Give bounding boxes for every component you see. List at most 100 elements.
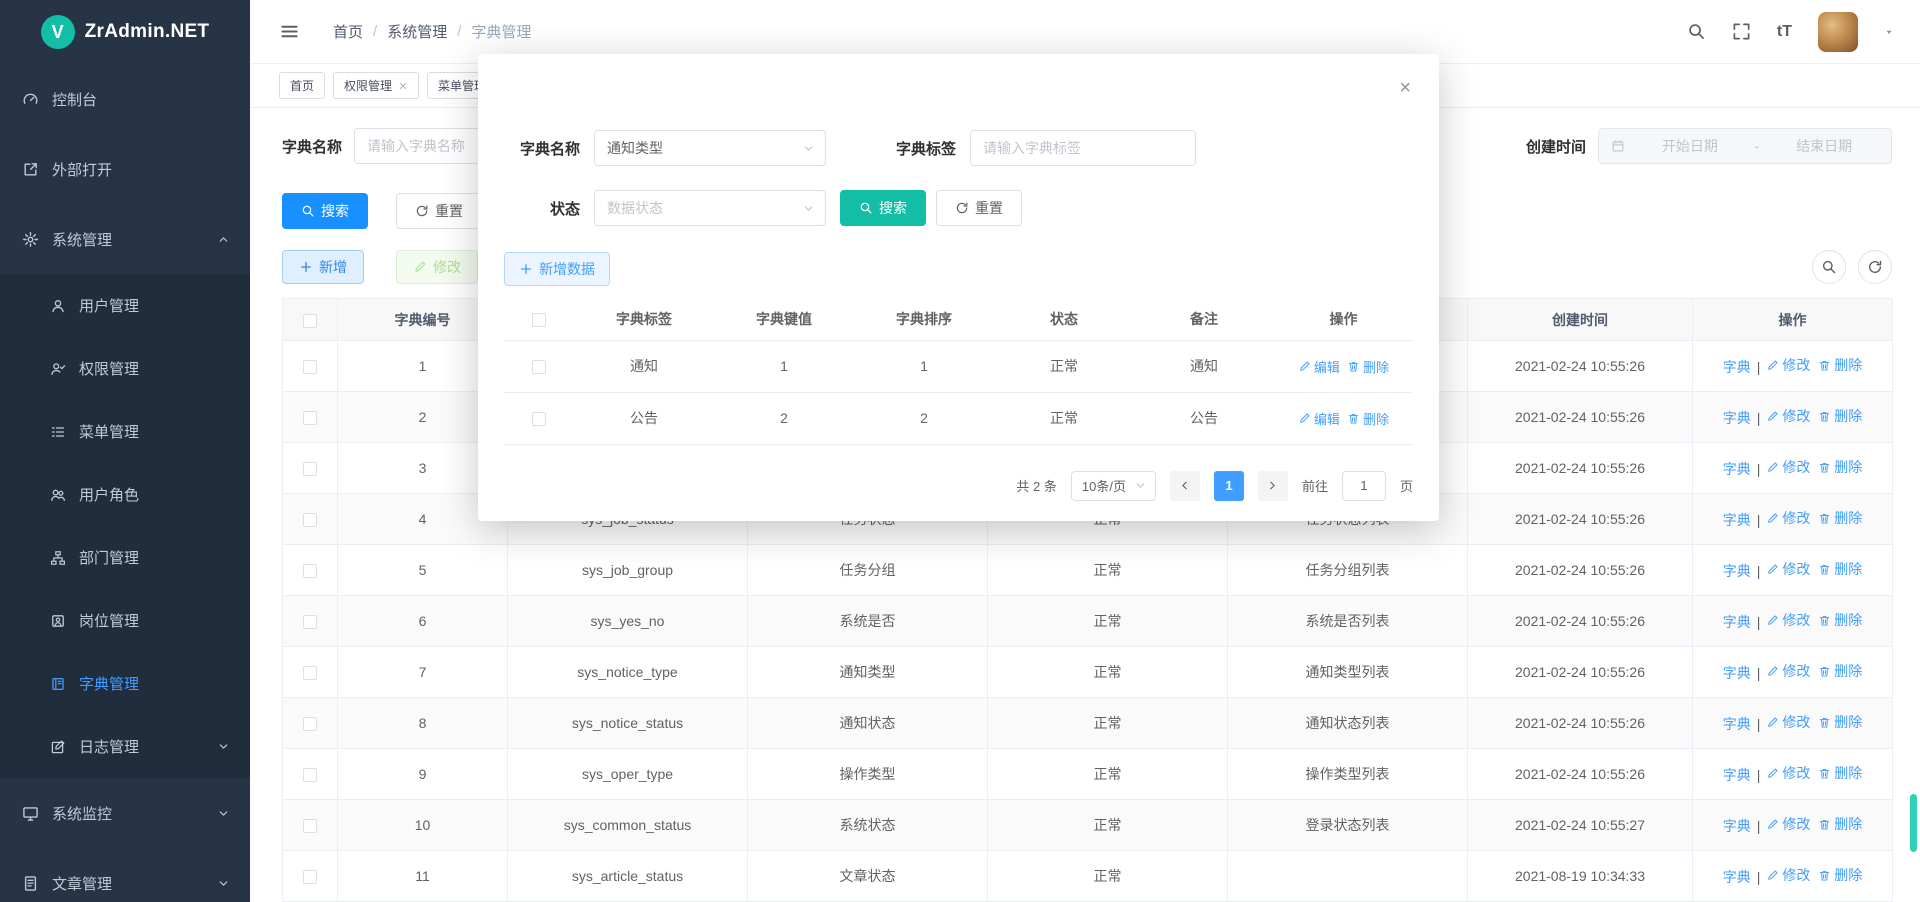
- refresh-table-button[interactable]: [1858, 250, 1892, 284]
- dict-name-select[interactable]: 通知类型: [594, 130, 826, 166]
- sidebar-subitem-log-management[interactable]: 日志管理: [0, 715, 250, 778]
- row-checkbox[interactable]: [532, 412, 546, 426]
- row-checkbox[interactable]: [303, 666, 317, 680]
- status-select[interactable]: 数据状态: [594, 190, 826, 226]
- dict-data-link[interactable]: 字典: [1723, 357, 1751, 377]
- sidebar-subitem-post-management[interactable]: 岗位管理: [0, 589, 250, 652]
- sidebar-subitem-permission-management[interactable]: 权限管理: [0, 337, 250, 400]
- row-edit-link[interactable]: 修改: [1766, 712, 1810, 732]
- scrollbar-thumb[interactable]: [1910, 794, 1917, 852]
- sidebar-subitem-department-management[interactable]: 部门管理: [0, 526, 250, 589]
- search-icon[interactable]: [1687, 22, 1706, 41]
- row-checkbox[interactable]: [303, 870, 317, 884]
- row-edit-link[interactable]: 编辑: [1298, 409, 1340, 428]
- row-delete-link[interactable]: 删除: [1818, 508, 1862, 528]
- sidebar-subitem-user-role[interactable]: 用户角色: [0, 463, 250, 526]
- breadcrumb-home[interactable]: 首页: [333, 21, 363, 42]
- create-time-range-picker[interactable]: 开始日期 - 结束日期: [1598, 128, 1892, 164]
- row-edit-link[interactable]: 修改: [1766, 610, 1810, 630]
- row-delete-link[interactable]: 删除: [1818, 865, 1862, 885]
- row-checkbox[interactable]: [303, 768, 317, 782]
- toggle-search-button[interactable]: [1812, 250, 1846, 284]
- row-delete-link[interactable]: 删除: [1818, 457, 1862, 477]
- row-edit-link[interactable]: 修改: [1766, 355, 1810, 375]
- dict-data-link[interactable]: 字典: [1723, 561, 1751, 581]
- breadcrumb-system[interactable]: 系统管理: [387, 21, 447, 42]
- search-button[interactable]: 搜索: [282, 193, 368, 229]
- fullscreen-icon[interactable]: [1732, 22, 1751, 41]
- edit-button[interactable]: 修改: [396, 250, 478, 284]
- row-delete-link[interactable]: 删除: [1818, 355, 1862, 375]
- font-size-icon[interactable]: tT: [1777, 23, 1792, 41]
- dialog-search-button[interactable]: 搜索: [840, 190, 926, 226]
- row-edit-link[interactable]: 修改: [1766, 406, 1810, 426]
- row-delete-link[interactable]: 删除: [1818, 610, 1862, 630]
- dict-data-link[interactable]: 字典: [1723, 816, 1751, 836]
- tab-permission-management[interactable]: 权限管理: [333, 72, 419, 99]
- dict-tag-input[interactable]: [970, 130, 1196, 166]
- row-delete-link[interactable]: 删除: [1818, 712, 1862, 732]
- sidebar-item-dashboard[interactable]: 控制台: [0, 64, 250, 134]
- tab-home[interactable]: 首页: [279, 72, 325, 99]
- avatar[interactable]: [1818, 12, 1858, 52]
- add-button[interactable]: 新增: [282, 250, 364, 284]
- sidebar-item-system-monitor[interactable]: 系统监控: [0, 778, 250, 848]
- row-delete-link[interactable]: 删除: [1818, 763, 1862, 783]
- row-edit-link[interactable]: 修改: [1766, 457, 1810, 477]
- goto-page-input[interactable]: [1342, 471, 1386, 501]
- sidebar-subitem-user-management[interactable]: 用户管理: [0, 274, 250, 337]
- row-delete-link[interactable]: 删除: [1818, 661, 1862, 681]
- sidebar-item-system-management[interactable]: 系统管理: [0, 204, 250, 274]
- next-page-button[interactable]: [1258, 471, 1288, 501]
- reset-button[interactable]: 重置: [396, 193, 482, 229]
- cell-dict-name-link[interactable]: sys_oper_type: [508, 749, 748, 800]
- row-edit-link[interactable]: 修改: [1766, 865, 1810, 885]
- dict-data-link[interactable]: 字典: [1723, 510, 1751, 530]
- dict-data-link[interactable]: 字典: [1723, 663, 1751, 683]
- dict-data-link[interactable]: 字典: [1723, 408, 1751, 428]
- row-checkbox[interactable]: [303, 411, 317, 425]
- row-delete-link[interactable]: 删除: [1818, 814, 1862, 834]
- dict-data-link[interactable]: 字典: [1723, 612, 1751, 632]
- row-edit-link[interactable]: 编辑: [1298, 357, 1340, 376]
- sidebar-subitem-dict-management[interactable]: 字典管理: [0, 652, 250, 715]
- row-delete-link[interactable]: 删除: [1347, 409, 1389, 428]
- dict-data-link[interactable]: 字典: [1723, 459, 1751, 479]
- select-all-checkbox[interactable]: [532, 313, 546, 327]
- row-checkbox[interactable]: [532, 360, 546, 374]
- cell-dict-name-link[interactable]: sys_notice_status: [508, 698, 748, 749]
- row-checkbox[interactable]: [303, 564, 317, 578]
- row-delete-link[interactable]: 删除: [1347, 357, 1389, 376]
- cell-dict-name-link[interactable]: sys_common_status: [508, 800, 748, 851]
- select-all-checkbox[interactable]: [303, 314, 317, 328]
- add-data-button[interactable]: 新增数据: [504, 252, 610, 286]
- row-edit-link[interactable]: 修改: [1766, 661, 1810, 681]
- row-edit-link[interactable]: 修改: [1766, 763, 1810, 783]
- row-checkbox[interactable]: [303, 615, 317, 629]
- row-delete-link[interactable]: 删除: [1818, 559, 1862, 579]
- close-icon[interactable]: ×: [1399, 78, 1411, 98]
- cell-dict-name-link[interactable]: sys_yes_no: [508, 596, 748, 647]
- cell-dict-name-link[interactable]: sys_notice_type: [508, 647, 748, 698]
- row-checkbox[interactable]: [303, 462, 317, 476]
- hamburger-icon[interactable]: [280, 22, 299, 41]
- sidebar-subitem-menu-management[interactable]: 菜单管理: [0, 400, 250, 463]
- row-edit-link[interactable]: 修改: [1766, 559, 1810, 579]
- row-edit-link[interactable]: 修改: [1766, 508, 1810, 528]
- row-checkbox[interactable]: [303, 819, 317, 833]
- row-edit-link[interactable]: 修改: [1766, 814, 1810, 834]
- sidebar-item-external-open[interactable]: 外部打开: [0, 134, 250, 204]
- prev-page-button[interactable]: [1170, 471, 1200, 501]
- row-delete-link[interactable]: 删除: [1818, 406, 1862, 426]
- dialog-reset-button[interactable]: 重置: [936, 190, 1022, 226]
- row-checkbox[interactable]: [303, 360, 317, 374]
- page-1-button[interactable]: 1: [1214, 471, 1244, 501]
- close-icon[interactable]: [398, 81, 408, 91]
- page-size-select[interactable]: 10条/页: [1071, 471, 1156, 501]
- row-checkbox[interactable]: [303, 717, 317, 731]
- dict-data-link[interactable]: 字典: [1723, 867, 1751, 887]
- dict-data-link[interactable]: 字典: [1723, 765, 1751, 785]
- cell-dict-name-link[interactable]: sys_job_group: [508, 545, 748, 596]
- row-checkbox[interactable]: [303, 513, 317, 527]
- dict-data-link[interactable]: 字典: [1723, 714, 1751, 734]
